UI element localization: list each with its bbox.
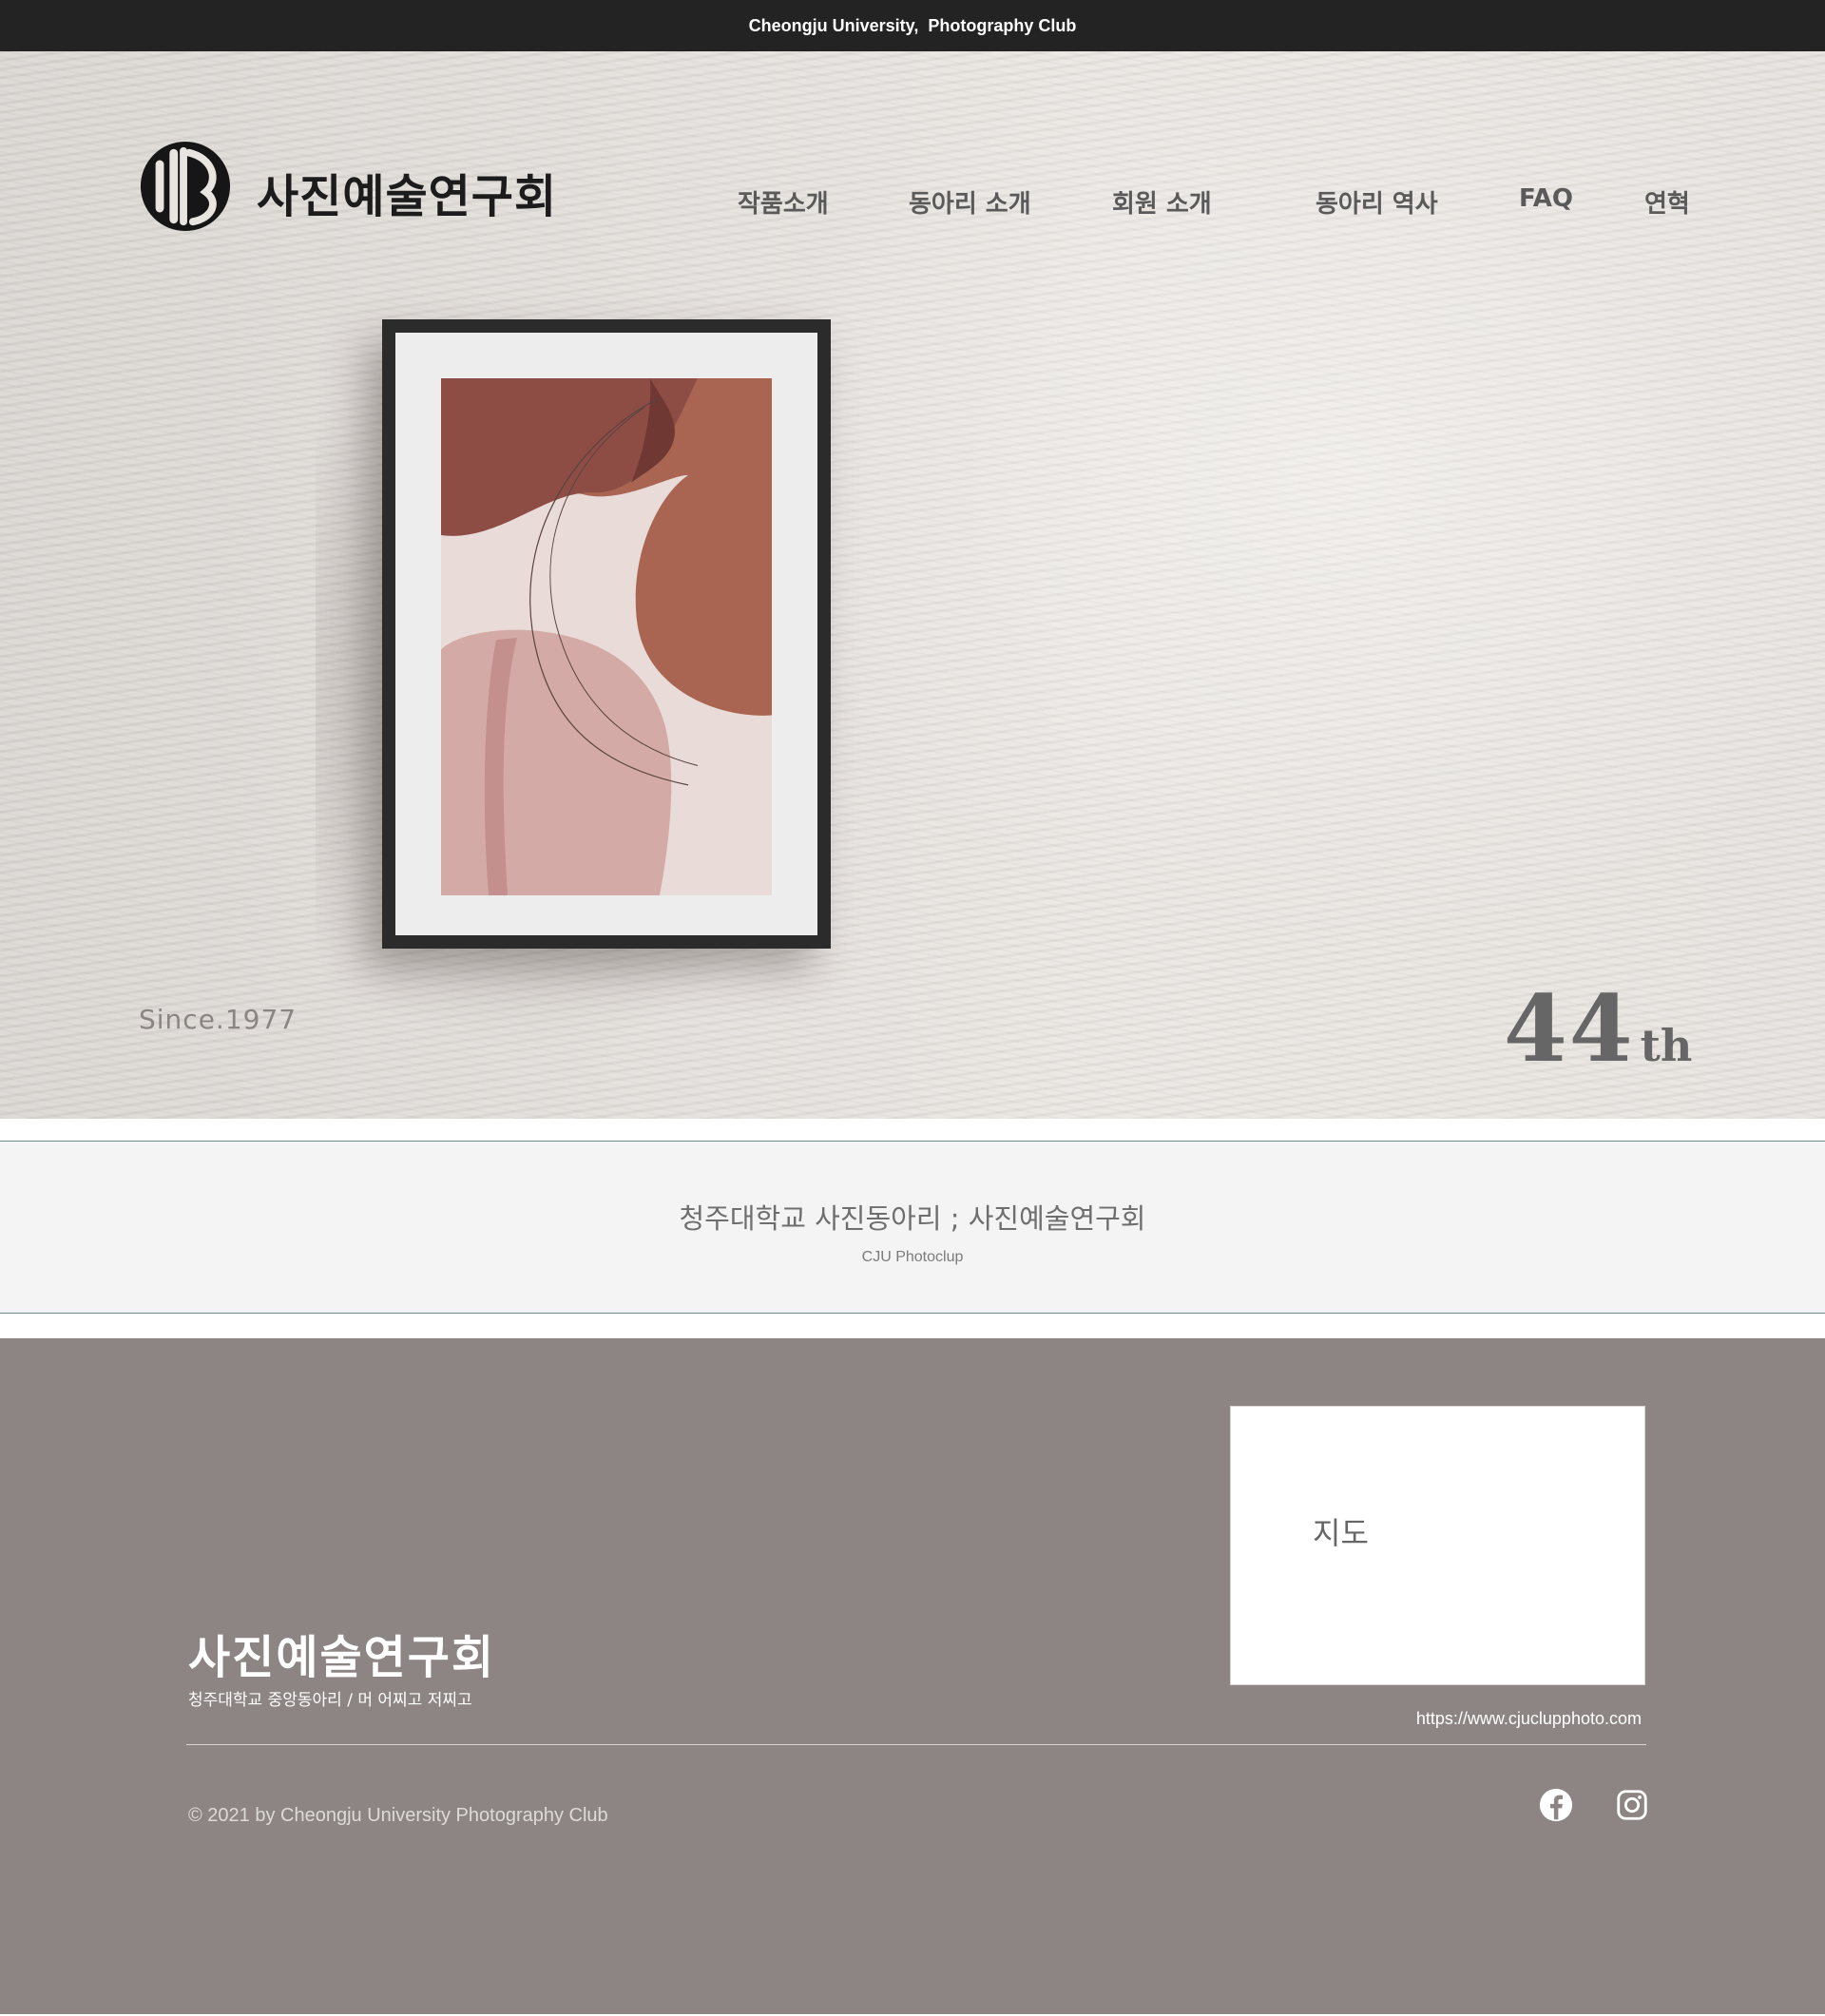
footer-tagline: 청주대학교 중앙동아리 / 머 어찌고 저찌고 xyxy=(188,1691,472,1710)
facebook-icon[interactable] xyxy=(1538,1787,1574,1823)
intro-section: 청주대학교 사진동아리 ; 사진예술연구회 CJU Photoclup xyxy=(0,1142,1825,1313)
edition-badge: 44th xyxy=(1504,975,1693,1083)
artwork-mat xyxy=(395,333,817,935)
nav-item-club-history[interactable]: 동아리 역사 xyxy=(1316,184,1438,220)
copyright-text: © 2021 by Cheongju University Photograph… xyxy=(188,1805,608,1826)
footer-divider xyxy=(186,1744,1646,1745)
framed-artwork xyxy=(382,319,831,949)
hero-section: 사진예술연구회 작품소개 동아리 소개 회원 소개 동아리 역사 FAQ 연혁 … xyxy=(0,51,1825,1119)
top-banner: Cheongju University, Photography Club xyxy=(0,0,1825,51)
map-box[interactable]: 지도 xyxy=(1230,1406,1645,1685)
instagram-icon[interactable] xyxy=(1614,1787,1650,1823)
intro-divider-bottom xyxy=(0,1313,1825,1314)
intro-subtitle: CJU Photoclup xyxy=(861,1249,964,1265)
edition-suffix: th xyxy=(1640,1020,1693,1071)
footer: 사진예술연구회 청주대학교 중앙동아리 / 머 어찌고 저찌고 지도 https… xyxy=(0,1338,1825,2016)
main-nav: 작품소개 동아리 소개 회원 소개 동아리 역사 FAQ 연혁 xyxy=(0,184,1825,222)
nav-item-members[interactable]: 회원 소개 xyxy=(1112,184,1212,220)
edition-number: 44 xyxy=(1504,975,1635,1083)
since-year: Since.1977 xyxy=(139,1004,298,1035)
intro-title: 청주대학교 사진동아리 ; 사진예술연구회 xyxy=(679,1202,1146,1235)
nav-item-timeline[interactable]: 연혁 xyxy=(1644,184,1690,220)
map-label: 지도 xyxy=(1313,1515,1369,1551)
top-banner-text: Cheongju University, Photography Club xyxy=(748,15,1077,35)
abstract-artwork xyxy=(441,378,772,895)
footer-brand: 사진예술연구회 xyxy=(188,1631,496,1684)
website-link[interactable]: https://www.cjuclupphoto.com xyxy=(1416,1709,1642,1729)
nav-item-works[interactable]: 작품소개 xyxy=(738,184,829,220)
nav-item-faq[interactable]: FAQ xyxy=(1519,184,1573,213)
nav-item-club-intro[interactable]: 동아리 소개 xyxy=(909,184,1031,220)
